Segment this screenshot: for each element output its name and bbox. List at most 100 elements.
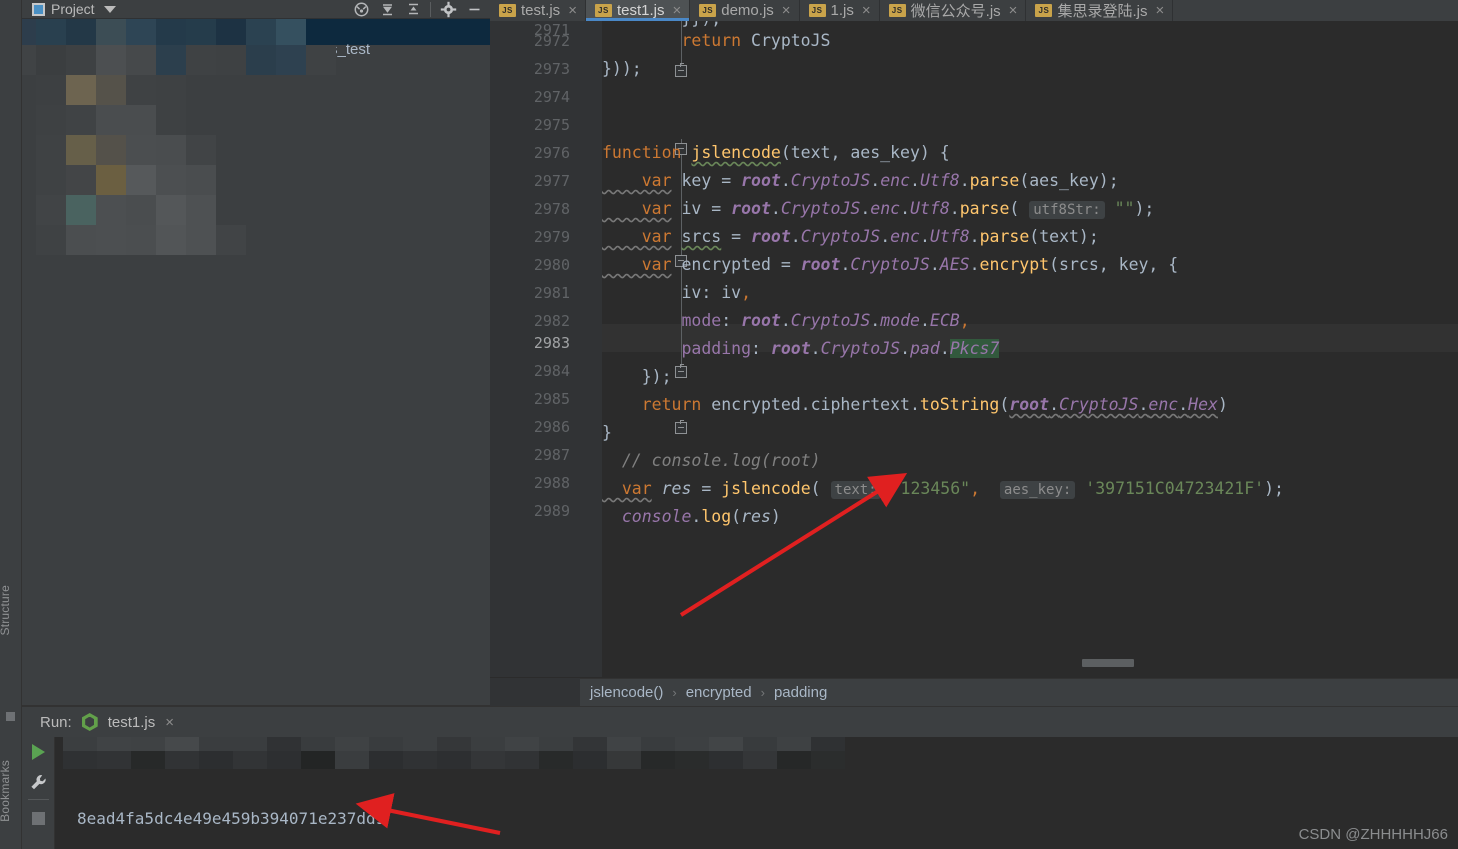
js-file-icon: JS — [594, 4, 612, 17]
collapse-all-icon[interactable] — [375, 0, 399, 19]
line-number: 2984 — [533, 362, 570, 380]
line-number: 2975 — [533, 116, 570, 134]
nodejs-icon — [81, 713, 98, 731]
run-panel-label: Run: — [40, 713, 72, 731]
project-tree-blurred[interactable]: s_test — [22, 19, 490, 706]
editor-tab-jisilu-js[interactable]: JS 集思录登陆.js × — [1026, 0, 1174, 21]
tab-label: 集思录登陆.js — [1057, 3, 1148, 20]
close-icon[interactable]: × — [862, 2, 871, 19]
line-number-gutter: 2971 2972 2973 2974 2975 2976 2977 2978 … — [490, 21, 580, 706]
close-icon[interactable]: × — [672, 2, 681, 19]
toolbar-divider — [28, 799, 49, 800]
line-number: 2985 — [533, 390, 570, 408]
project-tree-selected-label: s_test — [330, 41, 371, 58]
editor-tab-bar: JS test.js × JS test1.js × JS demo.js × … — [490, 0, 1458, 21]
code-line-2984: }); — [602, 367, 672, 386]
param-hint-aes-key: aes_key: — [999, 481, 1076, 499]
line-number: 2988 — [533, 474, 570, 492]
code-line-2979: var srcs = root.CryptoJS.enc.Utf8.parse(… — [602, 227, 1099, 246]
breadcrumb: jslencode() › encrypted › padding — [580, 678, 1458, 706]
code-line-2986: } — [602, 423, 612, 442]
breadcrumb-item-encrypted[interactable]: encrypted — [686, 684, 752, 701]
csdn-watermark: CSDN @ZHHHHHJ66 — [1298, 826, 1448, 843]
project-panel: Project s_test — [22, 0, 490, 706]
line-number: 2972 — [533, 32, 570, 50]
code-line-2978: var iv = root.CryptoJS.enc.Utf8.parse( u… — [602, 199, 1155, 219]
line-number-current: 2983 — [533, 334, 570, 352]
line-number: 2981 — [533, 284, 570, 302]
line-number: 2977 — [533, 172, 570, 190]
close-icon[interactable]: × — [568, 2, 577, 19]
close-icon[interactable]: × — [1155, 2, 1164, 19]
code-line-2987: // console.log(root) — [602, 451, 821, 470]
breadcrumb-item-jslencode[interactable]: jslencode() — [590, 684, 663, 701]
editor-horizontal-scrollbar[interactable] — [602, 657, 1458, 668]
project-panel-title: Project — [51, 1, 95, 17]
project-panel-header: Project — [22, 0, 490, 19]
line-number: 2986 — [533, 418, 570, 436]
code-line-2988: var res = jslencode( text: "123456", aes… — [602, 479, 1284, 499]
code-fold-bar[interactable] — [580, 21, 687, 706]
rerun-icon[interactable] — [22, 737, 55, 767]
run-panel-toolbar — [22, 737, 55, 849]
line-number: 2989 — [533, 502, 570, 520]
chevron-down-icon[interactable] — [103, 5, 116, 13]
project-panel-toolbar — [349, 0, 486, 19]
line-number: 2974 — [533, 88, 570, 106]
close-icon[interactable]: × — [165, 714, 174, 731]
js-file-icon: JS — [888, 4, 906, 17]
minimize-icon[interactable] — [462, 0, 486, 19]
tab-label: 1.js — [830, 2, 854, 19]
wrench-icon[interactable] — [22, 767, 55, 797]
line-number: 2982 — [533, 312, 570, 330]
code-line-2983: padding: root.CryptoJS.pad.Pkcs7 — [602, 339, 1000, 358]
run-panel-header: Run: test1.js × — [22, 707, 1458, 737]
code-editor[interactable]: 2971 2972 2973 2974 2975 2976 2977 2978 … — [490, 21, 1458, 706]
rail-item-bookmarks[interactable]: Bookmarks — [0, 760, 20, 822]
expand-all-icon[interactable] — [401, 0, 425, 19]
line-number: 2980 — [533, 256, 570, 274]
tab-label: test1.js — [616, 2, 665, 19]
project-folder-icon — [32, 2, 45, 16]
toolbar-divider — [430, 2, 431, 17]
editor-tab-1-js[interactable]: JS 1.js × — [800, 0, 880, 21]
run-panel: Run: test1.js × 8ead4fa5dc4e49e459b39407… — [22, 706, 1458, 849]
breadcrumb-item-padding[interactable]: padding — [774, 684, 827, 701]
rail-item-structure[interactable]: Structure — [0, 585, 20, 636]
stop-icon[interactable] — [22, 803, 55, 833]
chevron-right-icon: › — [760, 685, 765, 700]
code-line-2982: mode: root.CryptoJS.mode.ECB, — [602, 311, 970, 330]
left-tool-rail: Structure Bookmarks — [0, 0, 22, 849]
editor-area: JS test.js × JS test1.js × JS demo.js × … — [490, 0, 1458, 706]
tab-label: test.js — [521, 2, 561, 19]
code-line-2973: })); — [602, 59, 642, 78]
close-icon[interactable]: × — [1009, 2, 1018, 19]
chevron-right-icon: › — [672, 685, 677, 700]
tab-label: 微信公众号.js — [910, 3, 1001, 20]
run-console[interactable]: 8ead4fa5dc4e49e459b394071e237dd9 CSDN @Z… — [55, 737, 1458, 849]
editor-tab-wechat-js[interactable]: JS 微信公众号.js × — [880, 0, 1027, 21]
locate-icon[interactable] — [349, 0, 373, 19]
code-line: }}); — [602, 21, 721, 28]
gear-icon[interactable] — [436, 0, 460, 19]
code-line-2977: var key = root.CryptoJS.enc.Utf8.parse(a… — [602, 171, 1119, 190]
ide-window: Structure Bookmarks Project s_test JS te… — [0, 0, 1458, 849]
code-line-2985: return encrypted.ciphertext.toString(roo… — [602, 395, 1228, 414]
param-hint-utf8str: utf8Str: — [1029, 201, 1105, 219]
console-output-line: 8ead4fa5dc4e49e459b394071e237dd9 — [77, 809, 386, 828]
code-line-2976: function jslencode(text, aes_key) { — [602, 143, 950, 162]
line-number: 2976 — [533, 144, 570, 162]
code-line-2972: return CryptoJS — [602, 31, 831, 50]
js-file-icon: JS — [808, 4, 826, 17]
editor-tab-test-js[interactable]: JS test.js × — [490, 0, 586, 21]
editor-tab-test1-js[interactable]: JS test1.js × — [585, 0, 691, 21]
close-icon[interactable]: × — [782, 2, 791, 19]
code-text-pane[interactable]: }}); return CryptoJS })); function jslen… — [602, 21, 1458, 706]
js-file-icon: JS — [499, 4, 516, 17]
selected-code-token[interactable]: Pkcs7 — [949, 339, 1000, 358]
code-line-2980: var encrypted = root.CryptoJS.AES.encryp… — [602, 255, 1179, 274]
run-tab-label[interactable]: test1.js — [108, 714, 156, 731]
line-number: 2978 — [533, 200, 570, 218]
editor-tab-demo-js[interactable]: JS demo.js × — [690, 0, 800, 21]
scrollbar-thumb[interactable] — [1082, 659, 1134, 667]
